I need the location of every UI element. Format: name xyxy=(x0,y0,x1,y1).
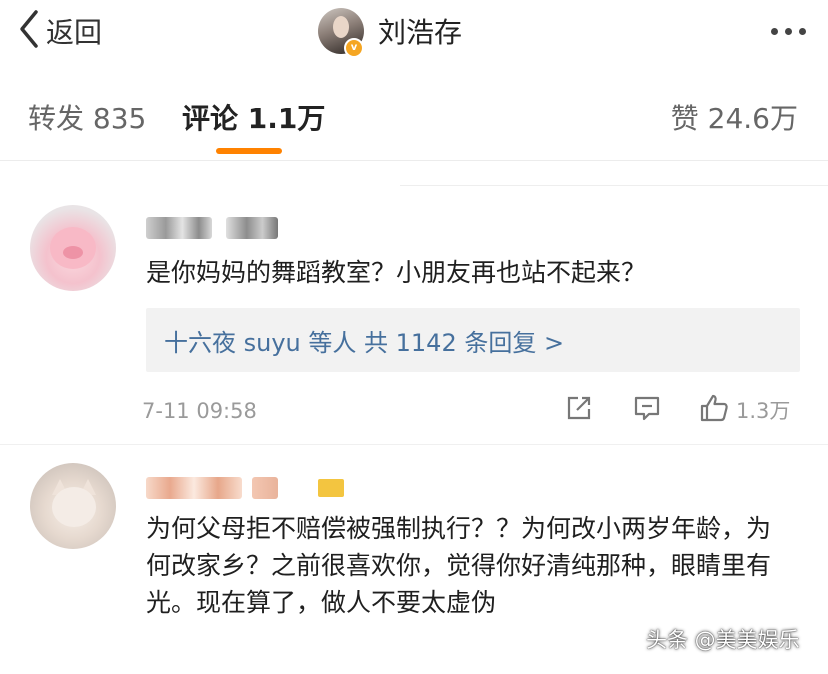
tab-repost[interactable]: 转发 835 xyxy=(28,96,146,142)
watermark: 头条 @美美娱乐 xyxy=(646,628,800,652)
reply-summary-text: 十六夜 suyu 等人 共 1142 条回复 > xyxy=(164,328,565,357)
more-icon[interactable] xyxy=(771,12,806,50)
verified-badge: v xyxy=(344,38,364,58)
commenter-name-redacted[interactable] xyxy=(146,217,212,239)
comment-timestamp: 7-11 09:58 xyxy=(142,399,257,423)
comment-text: 为何父母拒不赔偿被强制执行？？为何改小两岁年龄，为何改家乡？之前很喜欢你，觉得你… xyxy=(146,514,772,617)
like-count: 1.3万 xyxy=(736,399,791,423)
tab-comment[interactable]: 评论 1.1万 xyxy=(182,96,325,142)
share-button[interactable] xyxy=(564,392,594,428)
commenter-name-redacted[interactable] xyxy=(146,477,242,499)
active-tab-indicator xyxy=(216,148,282,154)
comment-icon xyxy=(632,393,662,427)
back-button[interactable]: 返回 xyxy=(18,8,102,54)
back-chevron-icon xyxy=(18,9,40,53)
back-label: 返回 xyxy=(46,16,103,49)
share-icon xyxy=(564,393,594,427)
profile-header[interactable]: 刘浩存 xyxy=(318,6,462,56)
like-icon xyxy=(698,392,730,428)
divider xyxy=(400,185,828,186)
tab-like[interactable]: 赞 24.6万 xyxy=(671,96,798,142)
commenter-avatar[interactable] xyxy=(30,205,116,291)
member-badge xyxy=(318,479,344,497)
commenter-name-redacted[interactable] xyxy=(226,217,278,239)
reply-summary-button[interactable]: 十六夜 suyu 等人 共 1142 条回复 > xyxy=(146,308,800,372)
tab-divider xyxy=(0,160,828,161)
page-title: 刘浩存 xyxy=(378,16,463,49)
like-button[interactable]: 1.3万 xyxy=(698,392,790,428)
comment-divider xyxy=(0,444,828,445)
comment-button[interactable] xyxy=(632,392,662,428)
commenter-name-redacted[interactable] xyxy=(252,477,278,499)
comment-text: 是你妈妈的舞蹈教室？小朋友再也站不起来？ xyxy=(146,258,647,287)
commenter-avatar[interactable] xyxy=(30,463,116,549)
